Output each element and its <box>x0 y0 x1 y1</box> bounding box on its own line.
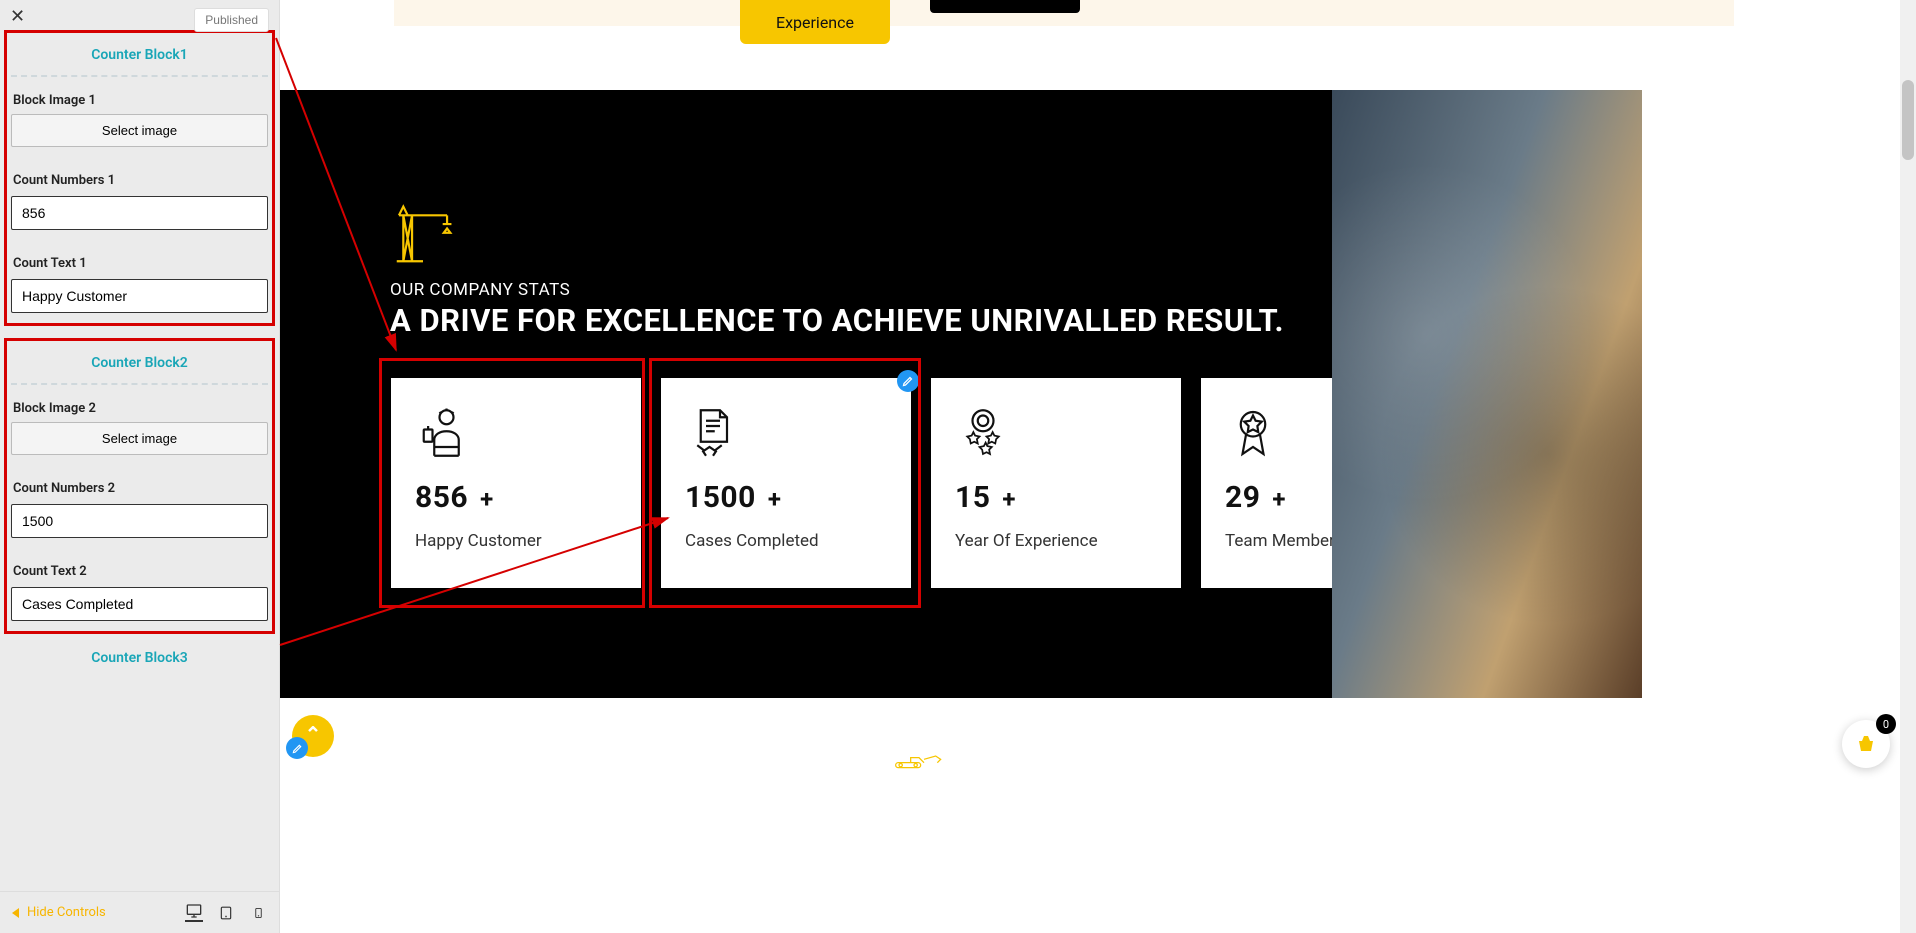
mobile-icon[interactable] <box>249 904 267 922</box>
cart-button[interactable]: 0 <box>1842 720 1890 768</box>
pencil-icon <box>286 737 308 759</box>
select-image-button-1[interactable]: Select image <box>11 114 268 147</box>
stat-text: Happy Customer <box>415 531 617 551</box>
basket-icon <box>1854 732 1878 756</box>
count-text-2-input[interactable] <box>11 587 268 621</box>
count-numbers-1-input[interactable] <box>11 196 268 230</box>
desktop-icon[interactable] <box>185 904 203 922</box>
stat-number: 856 + <box>415 480 617 515</box>
hide-controls-button[interactable]: Hide Controls <box>12 905 106 920</box>
dark-button[interactable] <box>930 0 1080 13</box>
stats-section: OUR COMPANY STATS A DRIVE FOR EXCELLENCE… <box>280 90 1332 698</box>
stat-text: Year Of Experience <box>955 531 1157 551</box>
award-stars-icon <box>955 402 1011 464</box>
scrollbar-thumb[interactable] <box>1902 80 1914 160</box>
scrollbar[interactable] <box>1900 0 1916 933</box>
published-button[interactable]: Published <box>194 8 269 32</box>
crane-icon <box>388 200 458 270</box>
stat-card-happy-customer: 856 + Happy Customer <box>391 378 641 588</box>
stats-subtitle: OUR COMPANY STATS <box>390 280 570 300</box>
cart-count-badge: 0 <box>1876 714 1896 734</box>
close-icon[interactable]: ✕ <box>10 8 25 26</box>
stat-number: 15 + <box>955 480 1157 515</box>
select-image-button-2[interactable]: Select image <box>11 422 268 455</box>
customizer-sidebar: ✕ Published Counter Block1 Block Image 1… <box>0 0 280 933</box>
block2-text-label: Count Text 2 <box>13 564 266 579</box>
count-numbers-2-input[interactable] <box>11 504 268 538</box>
block1-num-label: Count Numbers 1 <box>13 173 266 188</box>
counter-block-1: Counter Block1 Block Image 1 Select imag… <box>4 30 275 326</box>
block1-title: Counter Block1 <box>11 39 268 77</box>
stat-card-cases-completed: 1500 + Cases Completed <box>661 378 911 588</box>
experience-button[interactable]: Experience <box>740 0 890 44</box>
block2-title: Counter Block2 <box>11 347 268 385</box>
sidebar-footer: Hide Controls <box>0 891 279 933</box>
customer-icon <box>415 402 471 464</box>
document-handshake-icon <box>685 402 741 464</box>
device-toggles <box>185 904 267 922</box>
tablet-icon[interactable] <box>217 904 235 922</box>
count-text-1-input[interactable] <box>11 279 268 313</box>
block1-img-label: Block Image 1 <box>13 93 266 108</box>
hide-controls-label: Hide Controls <box>27 905 106 920</box>
edit-badge-icon[interactable] <box>897 370 919 392</box>
counter-block-2: Counter Block2 Block Image 2 Select imag… <box>4 338 275 634</box>
medal-icon <box>1225 402 1281 464</box>
block2-img-label: Block Image 2 <box>13 401 266 416</box>
stat-card-experience: 15 + Year Of Experience <box>931 378 1181 588</box>
stats-cards: 856 + Happy Customer 1500 + Cases Comple… <box>391 378 1451 588</box>
section-edit-button[interactable]: ⌃ <box>292 715 334 757</box>
block2-num-label: Count Numbers 2 <box>13 481 266 496</box>
block3-title[interactable]: Counter Block3 <box>0 638 279 670</box>
block1-text-label: Count Text 1 <box>13 256 266 271</box>
background-image <box>1332 90 1642 698</box>
stat-text: Cases Completed <box>685 531 887 551</box>
stat-number: 1500 + <box>685 480 887 515</box>
stats-title: A DRIVE FOR EXCELLENCE TO ACHIEVE UNRIVA… <box>390 302 1284 339</box>
preview-canvas: Experience OUR COMPANY STATS A DRIVE FOR… <box>280 0 1916 933</box>
excavator-icon <box>894 752 944 770</box>
chevron-up-icon: ⌃ <box>305 722 322 746</box>
arrow-left-icon <box>12 908 19 918</box>
